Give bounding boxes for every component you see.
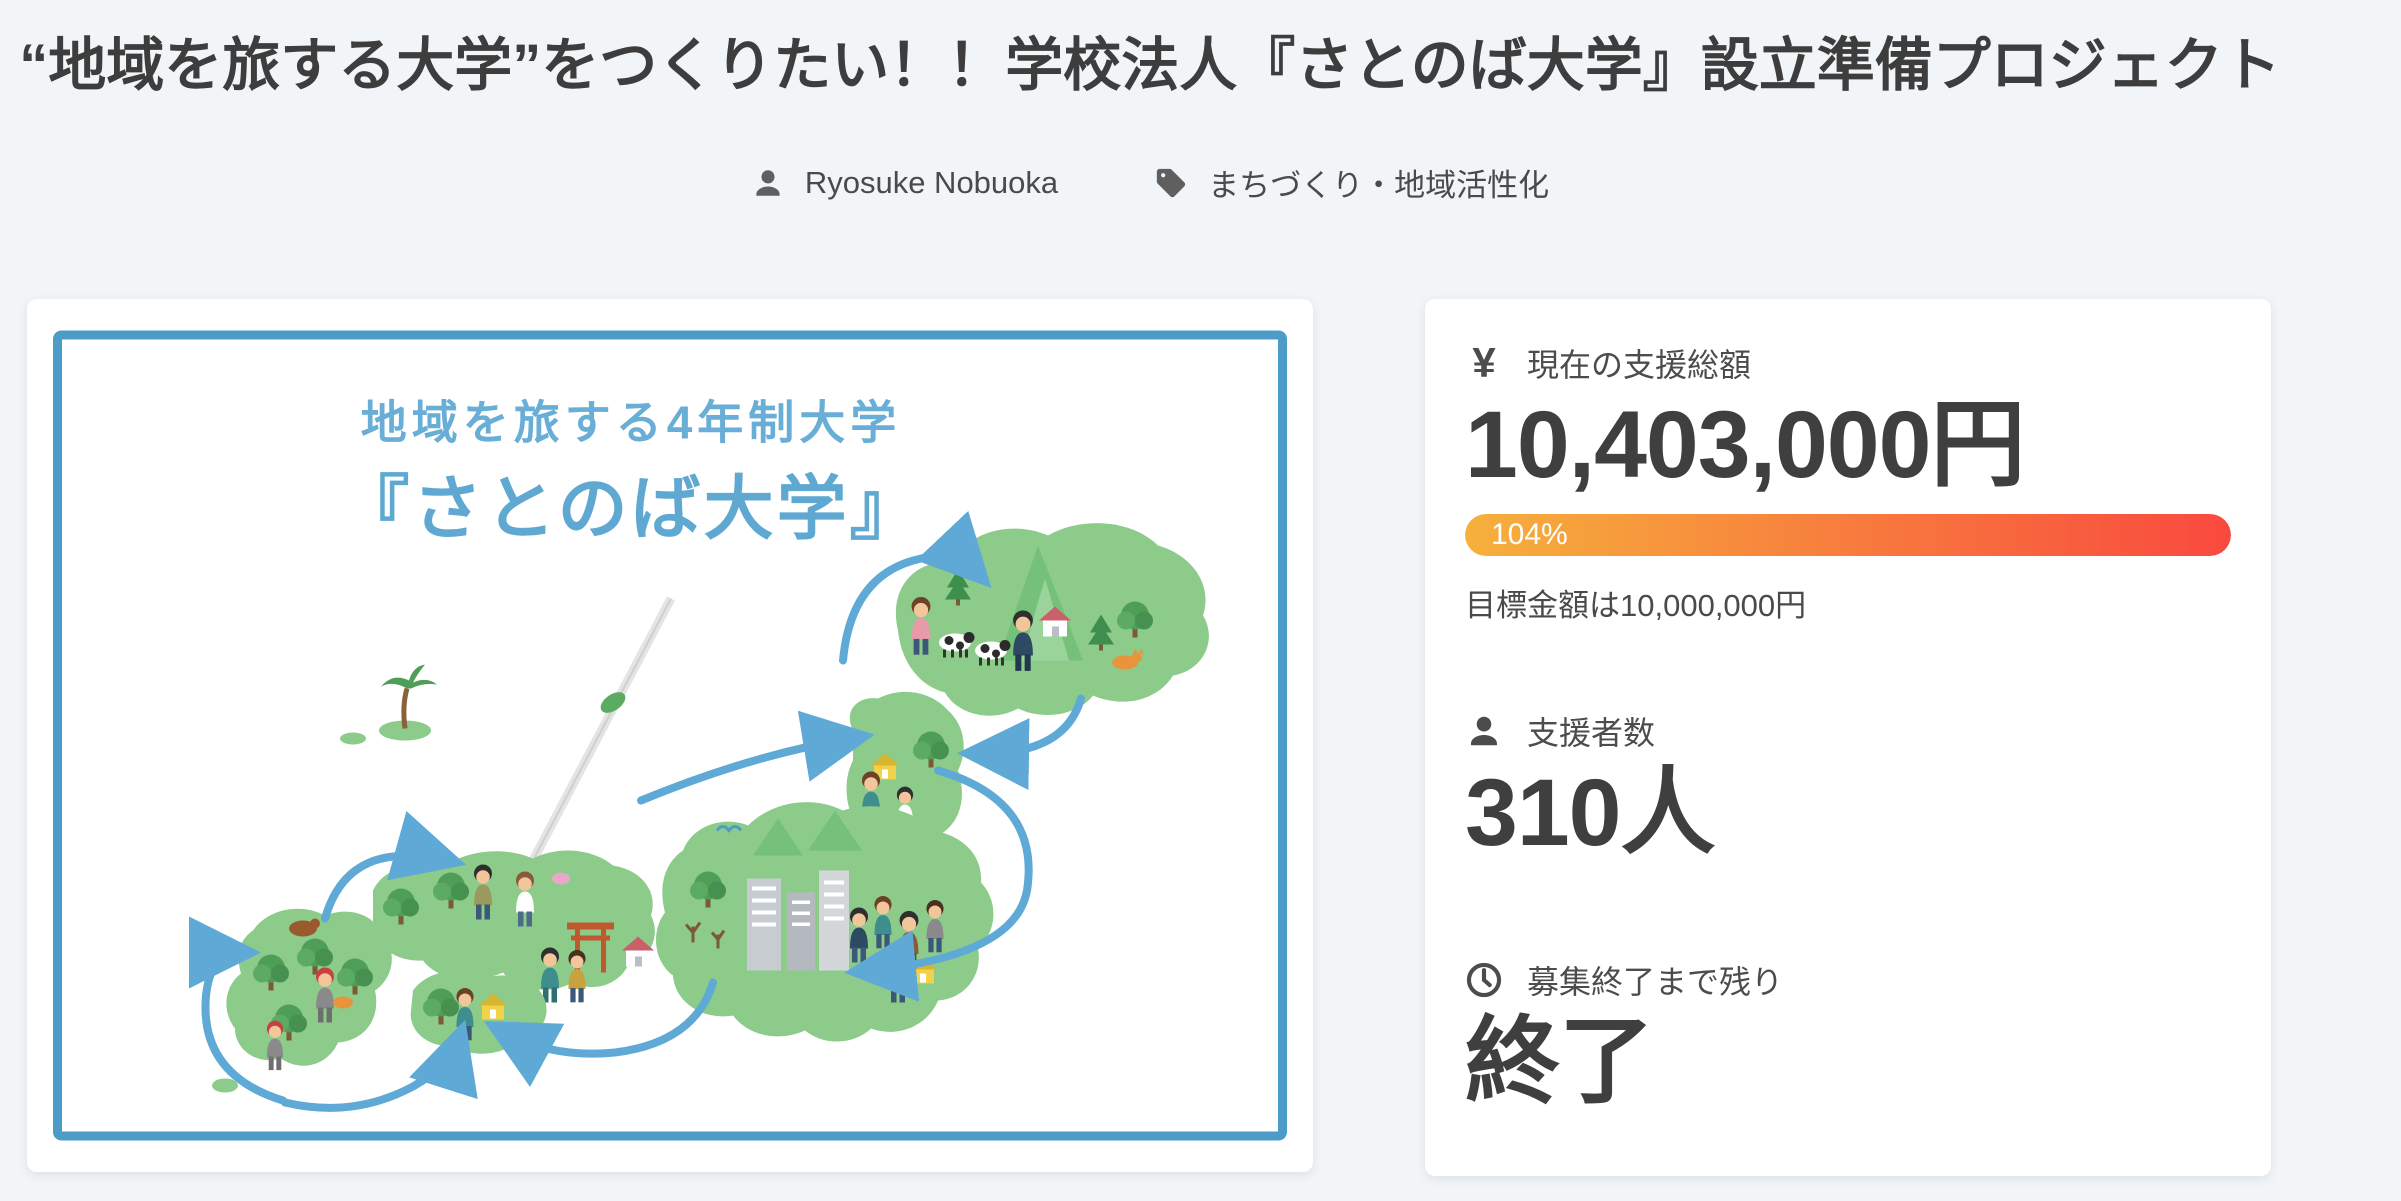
blossom xyxy=(552,873,570,885)
project-image-card: 地域を旅する4年制大学 『さとのば大学』 xyxy=(27,299,1313,1172)
page-title: “地域を旅する大学”をつくりたい！！学校法人『さとのば大学』設立準備プロジェクト xyxy=(0,30,2300,103)
time-remaining-label-row: 募集終了まで残り xyxy=(1465,960,2231,1000)
image-caption-line1: 地域を旅する4年制大学 xyxy=(361,397,902,449)
total-raised-label-row: ¥ 現在の支援総額 xyxy=(1465,343,2231,383)
time-remaining-value: 終了 xyxy=(1465,1010,2231,1115)
yen-icon: ¥ xyxy=(1465,344,1503,382)
basket xyxy=(333,997,353,1009)
total-raised-value: 10,403,000円 xyxy=(1465,393,2231,498)
author-name: Ryosuke Nobuoka xyxy=(805,165,1058,201)
supporters-label: 支援者数 xyxy=(1527,708,1655,754)
time-remaining-label: 募集終了まで残り xyxy=(1527,957,1783,1003)
clock-icon xyxy=(1465,961,1503,999)
project-main-image: 地域を旅する4年制大学 『さとのば大学』 xyxy=(53,330,1287,1141)
project-meta-row: Ryosuke Nobuoka まちづくり・地域活性化 xyxy=(0,160,2300,205)
category-label: まちづくり・地域活性化 xyxy=(1208,160,1549,205)
image-caption-line2: 『さとのば大学』 xyxy=(339,470,922,548)
project-category-link[interactable]: まちづくり・地域活性化 xyxy=(1154,160,1549,205)
project-author-link[interactable]: Ryosuke Nobuoka xyxy=(751,165,1058,201)
tag-icon xyxy=(1154,166,1188,200)
progress-bar: 104% xyxy=(1465,514,2231,556)
project-stats-card: ¥ 現在の支援総額 10,403,000円 104% 目標金額は10,000,0… xyxy=(1425,299,2271,1176)
user-icon xyxy=(1465,712,1503,750)
progress-percent-label: 104% xyxy=(1465,518,1568,552)
progress-bar-fill: 104% xyxy=(1465,514,2231,556)
total-raised-label: 現在の支援総額 xyxy=(1527,340,1751,386)
user-icon xyxy=(751,166,785,200)
supporters-label-row: 支援者数 xyxy=(1465,711,2231,751)
goal-text: 目標金額は10,000,000円 xyxy=(1465,580,2231,625)
supporters-value: 310人 xyxy=(1465,761,2231,866)
